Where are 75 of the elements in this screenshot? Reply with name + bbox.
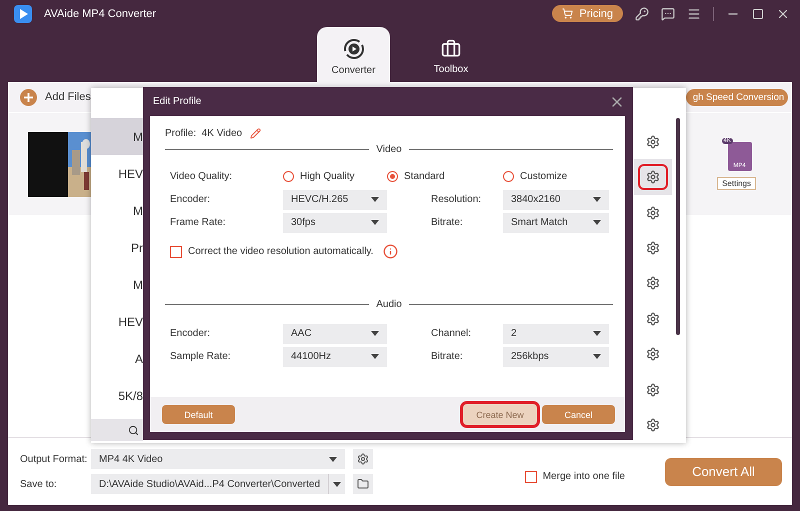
menu-icon[interactable] (687, 6, 701, 20)
settings-button[interactable]: Settings (717, 177, 756, 190)
toolbox-icon (441, 39, 461, 59)
dropdown[interactable]: HEVC/H.265 (283, 190, 387, 210)
plus-icon (20, 88, 37, 106)
dropdown[interactable]: 2 (503, 324, 609, 344)
caret-icon (333, 482, 342, 486)
field-label: Channel: (431, 328, 472, 339)
caret-icon (371, 331, 379, 336)
merge-label: Merge into one file (542, 471, 625, 482)
caret-icon (329, 456, 337, 462)
caret-icon (593, 197, 601, 202)
quality-radio[interactable]: Standard (387, 171, 503, 182)
save-path-field[interactable]: D:\AVAide Studio\AVAid...P4 Converter\Converted (91, 474, 345, 494)
field-label: Bitrate: (431, 351, 464, 362)
gear-icon (646, 241, 660, 256)
cart-icon (562, 8, 574, 19)
key-icon[interactable] (635, 6, 649, 20)
search-icon (128, 424, 139, 436)
merge-checkbox[interactable] (524, 470, 537, 482)
profile-name: Profile: 4K Video (165, 128, 242, 138)
window-title: AVAide MP4 Converter (44, 8, 156, 20)
dropdown[interactable]: Smart Match (503, 212, 609, 232)
format-list-item[interactable]: M (91, 118, 143, 155)
caret-icon (593, 331, 601, 336)
info-icon[interactable] (383, 244, 398, 259)
pencil-icon[interactable] (250, 128, 262, 138)
field-label: Encoder: (170, 328, 212, 339)
caret-icon (371, 220, 379, 225)
field-label: Sample Rate: (170, 351, 232, 362)
quality-radio[interactable]: High Quality (283, 171, 387, 182)
quality-radio[interactable]: Customize (503, 171, 609, 182)
section-title: Video (376, 144, 402, 155)
open-folder-button[interactable] (353, 474, 373, 494)
output-format-label: Output Format: (20, 454, 88, 464)
convert-icon (342, 38, 364, 60)
dropdown[interactable]: 256kbps (503, 346, 609, 366)
caret-icon (593, 354, 601, 359)
auto-correct-checkbox[interactable] (170, 246, 182, 258)
tab[interactable]: Toolbox (420, 27, 482, 82)
gear-icon (646, 347, 660, 362)
gear-button[interactable] (634, 159, 672, 195)
gear-icon (646, 206, 660, 220)
chat-icon[interactable] (661, 6, 675, 20)
gear-icon (646, 418, 660, 432)
dropdown[interactable]: 3840x2160 (503, 190, 609, 210)
gear-icon (646, 312, 660, 326)
app-logo-icon (14, 4, 32, 22)
caret-icon (593, 220, 601, 225)
dropdown[interactable]: AAC (283, 324, 387, 344)
gear-icon (646, 134, 660, 149)
caret-icon (371, 354, 379, 359)
field-label: Encoder: (170, 194, 212, 205)
dropdown[interactable]: 30fps (283, 212, 387, 232)
gear-icon (646, 382, 660, 397)
format-settings-button[interactable] (353, 449, 373, 469)
save-to-label: Save to: (20, 478, 58, 490)
gear-icon (357, 453, 369, 465)
caret-icon (371, 197, 379, 202)
field-label: Resolution: (431, 194, 482, 205)
maximize-icon[interactable] (752, 8, 764, 20)
field-label: Frame Rate: (170, 217, 227, 228)
section-title: Audio (376, 299, 402, 310)
gear-icon (646, 276, 660, 290)
field-label: Bitrate: (431, 217, 464, 228)
dropdown[interactable]: 44100Hz (283, 346, 387, 366)
output-format-dropdown[interactable]: MP4 4K Video (91, 449, 345, 469)
add-files-button[interactable]: Add Files (20, 88, 91, 106)
auto-correct-label: Correct the video resolution automatically. (188, 246, 374, 257)
dialog-title: Edit Profile (153, 96, 202, 107)
tab[interactable]: Converter (317, 27, 390, 82)
folder-icon (357, 478, 369, 490)
gear-icon (646, 170, 660, 184)
field-label: Video Quality: (170, 171, 234, 182)
search-field[interactable] (91, 419, 143, 441)
